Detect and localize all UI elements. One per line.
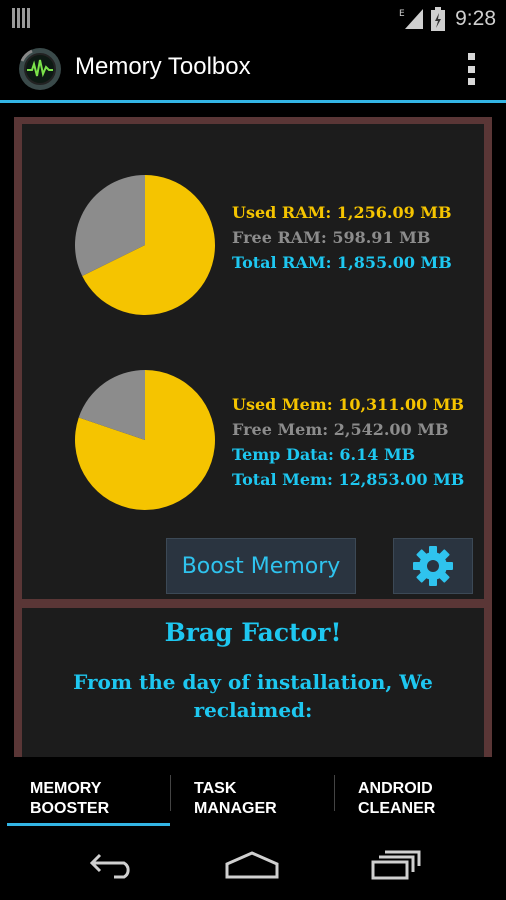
storage-pie-chart	[74, 370, 215, 510]
tab-divider	[334, 775, 335, 811]
memory-stats-panel: Used RAM: 1,256.09 MB Free RAM: 598.91 M…	[22, 124, 484, 599]
tab-label: ANDROID CLEANER	[358, 780, 436, 817]
boost-memory-button[interactable]: Boost Memory	[166, 538, 356, 594]
tab-memory-booster[interactable]: MEMORY BOOSTER	[8, 757, 168, 827]
system-nav-bar	[0, 827, 506, 900]
network-type-badge: E	[399, 9, 405, 19]
clock: 9:28	[455, 7, 496, 30]
home-button[interactable]	[222, 847, 282, 883]
status-bar: E 9:28	[0, 0, 506, 37]
app-title: Memory Toolbox	[75, 53, 251, 80]
free-mem-label: Free Mem: 2,542.00 MB	[232, 420, 449, 439]
recent-apps-icon	[371, 850, 421, 880]
tab-android-cleaner[interactable]: ANDROID CLEANER	[336, 757, 500, 827]
brag-description: From the day of installation, We reclaim…	[73, 670, 433, 722]
action-bar: Memory Toolbox	[0, 37, 506, 103]
tab-task-manager[interactable]: TASK MANAGER	[172, 757, 334, 827]
tab-label: MEMORY BOOSTER	[30, 780, 110, 817]
gear-icon	[413, 546, 453, 586]
status-indicators: E 9:28	[399, 5, 496, 33]
battery-icon	[431, 7, 446, 31]
ram-pie-chart	[75, 175, 216, 315]
notification-bars-icon	[12, 8, 34, 28]
tab-bar: MEMORY BOOSTER TASK MANAGER ANDROID CLEA…	[0, 757, 506, 827]
free-ram-label: Free RAM: 598.91 MB	[232, 228, 431, 247]
recent-apps-button[interactable]	[366, 847, 426, 883]
used-ram-label: Used RAM: 1,256.09 MB	[232, 203, 452, 222]
selected-tab-indicator	[7, 823, 170, 826]
brag-title: Brag Factor!	[164, 618, 342, 647]
back-button[interactable]	[82, 847, 142, 883]
used-mem-label: Used Mem: 10,311.00 MB	[232, 395, 465, 414]
tab-label: TASK MANAGER	[194, 780, 277, 817]
overflow-menu-icon[interactable]	[468, 53, 476, 85]
signal-icon: E	[399, 9, 424, 29]
action-bar-divider	[0, 100, 506, 103]
ram-stats: Used RAM: 1,256.09 MB Free RAM: 598.91 M…	[232, 200, 452, 275]
app-logo-icon	[19, 48, 61, 90]
settings-button[interactable]	[393, 538, 473, 594]
brag-factor-panel: Brag Factor! From the day of installatio…	[22, 608, 484, 757]
storage-stats: Used Mem: 10,311.00 MB Free Mem: 2,542.0…	[232, 392, 464, 492]
temp-data-label: Temp Data: 6.14 MB	[232, 445, 416, 464]
tab-divider	[170, 775, 171, 811]
total-ram-label: Total RAM: 1,855.00 MB	[232, 253, 452, 272]
home-icon	[225, 851, 279, 879]
total-mem-label: Total Mem: 12,853.00 MB	[232, 470, 465, 489]
back-icon	[89, 853, 130, 879]
memory-booster-card: Used RAM: 1,256.09 MB Free RAM: 598.91 M…	[14, 117, 492, 757]
